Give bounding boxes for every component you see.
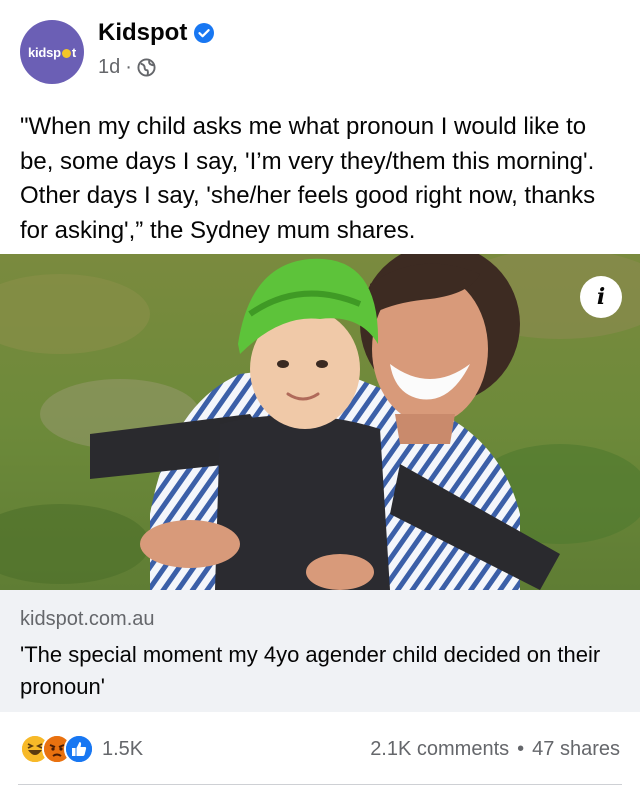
reactions-summary[interactable]: 1.5K: [20, 734, 143, 764]
info-icon: i: [596, 284, 606, 310]
globe-icon: [137, 58, 156, 77]
footer-divider: [18, 784, 622, 785]
comments-count[interactable]: 2.1K comments: [370, 738, 509, 761]
photo-illustration: [0, 254, 640, 590]
link-preview[interactable]: kidspot.com.au 'The special moment my 4y…: [0, 590, 640, 712]
info-button[interactable]: i: [580, 276, 622, 318]
stats-separator: •: [517, 738, 525, 760]
post-meta: 1d ·: [98, 56, 156, 79]
link-title[interactable]: 'The special moment my 4yo agender child…: [20, 639, 620, 703]
link-domain: kidspot.com.au: [20, 608, 155, 630]
verified-badge-icon: [194, 23, 215, 43]
post-message: "When my child asks me what pronoun I wo…: [20, 113, 596, 244]
page-name-label[interactable]: Kidspot: [98, 19, 187, 47]
post-header: kidsp t Kidspot 1d ·: [0, 0, 640, 100]
post-photo[interactable]: i: [0, 254, 640, 590]
shares-count[interactable]: 47 shares: [532, 738, 620, 761]
reaction-count: 1.5K: [102, 737, 144, 760]
engagement-stats: 2.1K comments • 47 shares: [370, 738, 620, 761]
page-name[interactable]: Kidspot: [98, 19, 215, 47]
meta-separator: ·: [125, 56, 132, 78]
like-icon: [64, 734, 94, 764]
kidspot-logo: kidsp t: [27, 44, 77, 60]
post-footer: 1.5K 2.1K comments • 47 shares: [0, 712, 640, 787]
page-avatar[interactable]: kidsp t: [20, 20, 84, 84]
post-timestamp[interactable]: 1d: [98, 56, 120, 79]
